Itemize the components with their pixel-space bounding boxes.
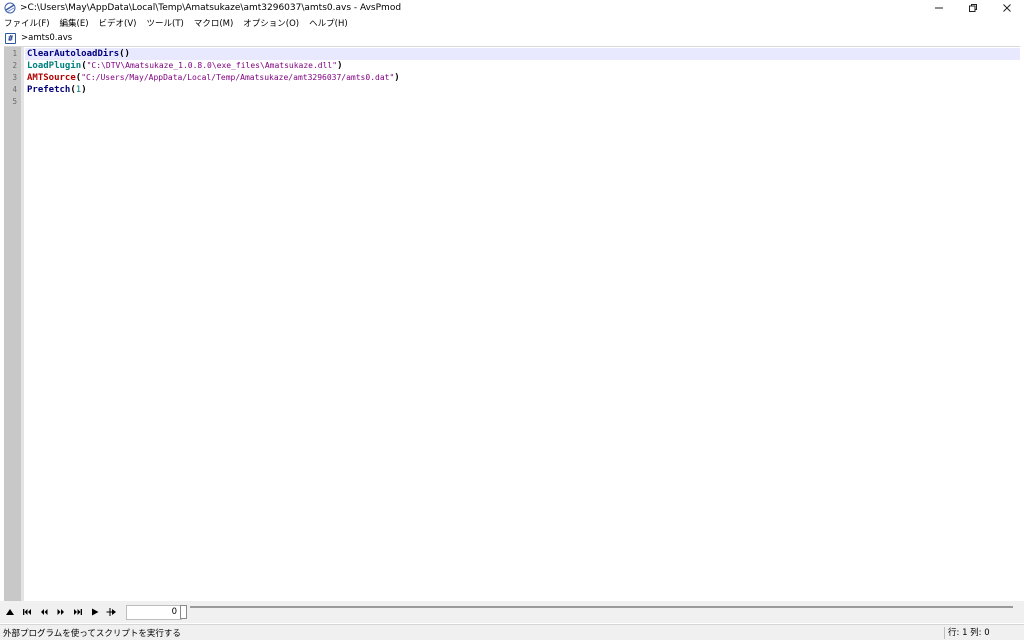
minimize-icon [935,7,943,9]
play-icon [92,608,99,616]
function-name: LoadPlugin [27,61,82,71]
line-number: 4 [12,85,17,94]
skip-to-start-icon [23,609,31,615]
avspmod-app-icon [4,2,16,14]
menu-tools[interactable]: ツール(T) [142,17,189,29]
frame-slider-track[interactable] [190,606,1013,608]
restore-button[interactable] [956,0,990,16]
code-line[interactable]: AMTSource("C:/Users/May/AppData/Local/Te… [25,72,1020,84]
close-paren: ) [124,49,130,59]
play-button[interactable] [87,604,103,620]
line-number: 3 [12,73,17,82]
menu-file[interactable]: ファイル(F) [0,17,55,29]
window-title: >C:\Users\May\AppData\Local\Temp\Amatsuk… [20,3,402,13]
playback-toolbar: 0 [0,601,1024,623]
function-name: AMTSource [27,73,76,83]
string-argument: "C:/Users/May/AppData/Local/Temp/Amatsuk… [81,73,395,82]
title-bar: >C:\Users\May\AppData\Local\Temp\Amatsuk… [0,0,1024,16]
step-back-button[interactable] [36,604,52,620]
function-name: ClearAutoloadDirs [27,49,120,59]
code-line[interactable]: ClearAutoloadDirs() [25,48,1020,60]
code-area[interactable]: ClearAutoloadDirs() LoadPlugin("C:\DTV\A… [25,47,1020,601]
fold-margin [21,47,24,601]
close-icon [1003,4,1011,12]
step-back-icon [41,609,48,615]
string-argument: "C:\DTV\Amatsukaze_1.0.8.0\exe_files\Ama… [86,61,338,70]
close-paren: ) [337,61,343,71]
close-paren: ) [394,73,400,83]
window-controls [922,0,1024,16]
code-line[interactable]: LoadPlugin("C:\DTV\Amatsukaze_1.0.8.0\ex… [25,60,1020,72]
menu-video[interactable]: ビデオ(V) [94,17,142,29]
close-paren: ) [81,85,87,95]
menu-macros[interactable]: マクロ(M) [189,17,238,29]
status-separator [944,627,945,639]
close-button[interactable] [990,0,1024,16]
run-external-icon [106,608,116,616]
toggle-preview-button[interactable] [2,604,18,620]
tab-strip: # >amts0.avs [0,31,1024,45]
line-number: 1 [12,49,17,58]
line-number: 5 [12,97,17,106]
code-line[interactable] [25,96,1020,108]
restore-icon [969,4,977,12]
line-number: 2 [12,61,17,70]
frame-slider-handle[interactable] [180,605,187,619]
cursor-position: 行: 1 列: 0 [948,628,990,638]
line-number-gutter: 1 2 3 4 5 [4,47,21,601]
function-name: Prefetch [27,85,71,95]
skip-to-end-button[interactable] [70,604,86,620]
status-bar: 外部プログラムを使ってスクリプトを実行する 行: 1 列: 0 [0,624,1024,640]
script-editor[interactable]: 1 2 3 4 5 ClearAutoloadDirs() LoadPlugin… [4,46,1020,601]
skip-to-start-button[interactable] [19,604,35,620]
menu-options[interactable]: オプション(O) [238,17,304,29]
menu-edit[interactable]: 編集(E) [55,17,94,29]
code-line[interactable]: Prefetch(1) [25,84,1020,96]
run-external-button[interactable] [104,604,120,620]
toggle-preview-icon [6,609,14,615]
frame-number-input[interactable]: 0 [126,604,182,620]
tab-script[interactable]: >amts0.avs [21,33,72,43]
skip-to-end-icon [74,609,82,615]
menu-help[interactable]: ヘルプ(H) [304,17,353,29]
step-forward-icon [57,609,64,615]
status-message: 外部プログラムを使ってスクリプトを実行する [3,628,181,639]
minimize-button[interactable] [922,0,956,16]
step-forward-button[interactable] [53,604,69,620]
script-tab-icon: # [5,32,16,44]
menu-bar: ファイル(F) 編集(E) ビデオ(V) ツール(T) マクロ(M) オプション… [0,16,1024,30]
